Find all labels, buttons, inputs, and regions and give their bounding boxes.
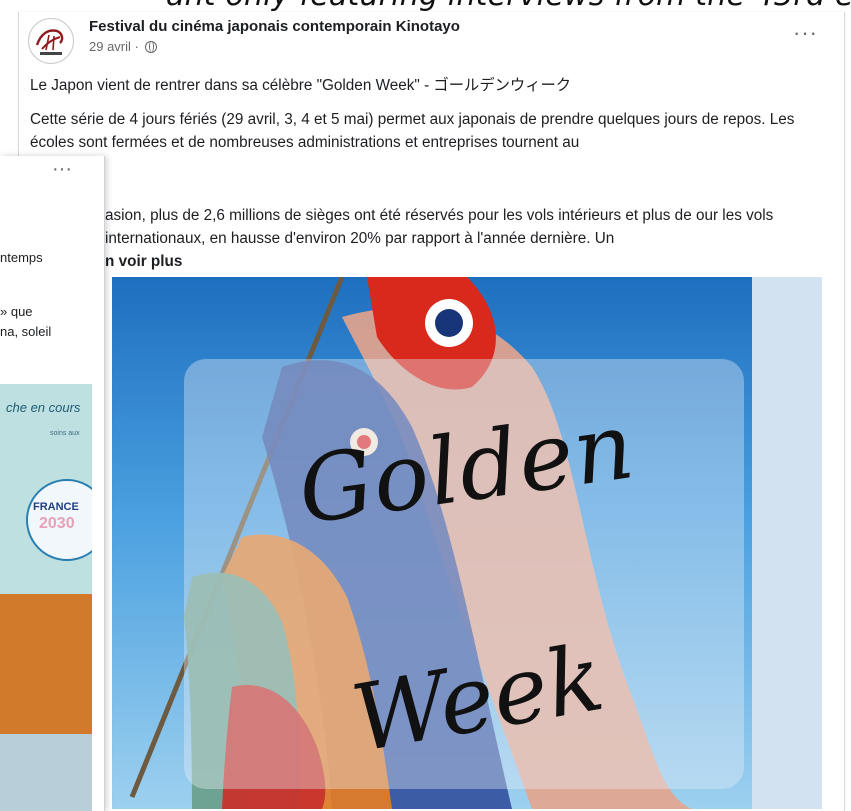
photo-banner-text: che en cours bbox=[6, 400, 81, 415]
badge-france-text: FRANCE bbox=[33, 501, 79, 513]
photo-small-text: soins aux bbox=[50, 430, 80, 437]
post-paragraph: Cette série de 4 jours fériés (29 avril,… bbox=[30, 111, 795, 151]
side-post-options-button[interactable]: ··· bbox=[52, 158, 72, 181]
post-paragraph-body: asion, plus de 2,6 millions de sièges on… bbox=[105, 207, 774, 247]
side-post-photo[interactable]: che en cours soins aux FRANCE 2030 bbox=[0, 384, 92, 811]
post-image[interactable]: Golden Week bbox=[112, 277, 822, 809]
post-header: Festival du cinéma japonais contemporain… bbox=[19, 12, 844, 64]
post-options-button[interactable]: ··· bbox=[793, 20, 818, 46]
side-post-text-line-3: na, soleil bbox=[0, 324, 52, 339]
side-post-text-line-1: ntemps bbox=[0, 250, 43, 265]
overlapping-post-card: ··· ntemps » que na, soleil che en cours… bbox=[0, 156, 105, 811]
kinotayo-logo-icon bbox=[30, 20, 72, 62]
badge-year-text: 2030 bbox=[39, 515, 75, 532]
photo-orange-section bbox=[0, 594, 92, 734]
public-globe-icon bbox=[145, 41, 158, 53]
post-date[interactable]: 29 avril · bbox=[89, 39, 139, 54]
post-meta[interactable]: 29 avril · bbox=[89, 39, 158, 54]
post-first-line: Le Japon vient de rentrer dans sa célèbr… bbox=[30, 77, 572, 94]
page-avatar[interactable] bbox=[28, 18, 74, 64]
post-author[interactable]: Festival du cinéma japonais contemporain… bbox=[89, 18, 460, 35]
post-paragraph-continued: asion, plus de 2,6 millions de sièges on… bbox=[105, 204, 823, 273]
facebook-post: Festival du cinéma japonais contemporain… bbox=[18, 12, 845, 811]
photo-bottom-section bbox=[0, 734, 92, 811]
side-post-text-line-2: » que bbox=[0, 304, 33, 319]
see-more-link[interactable]: n voir plus bbox=[105, 253, 182, 270]
